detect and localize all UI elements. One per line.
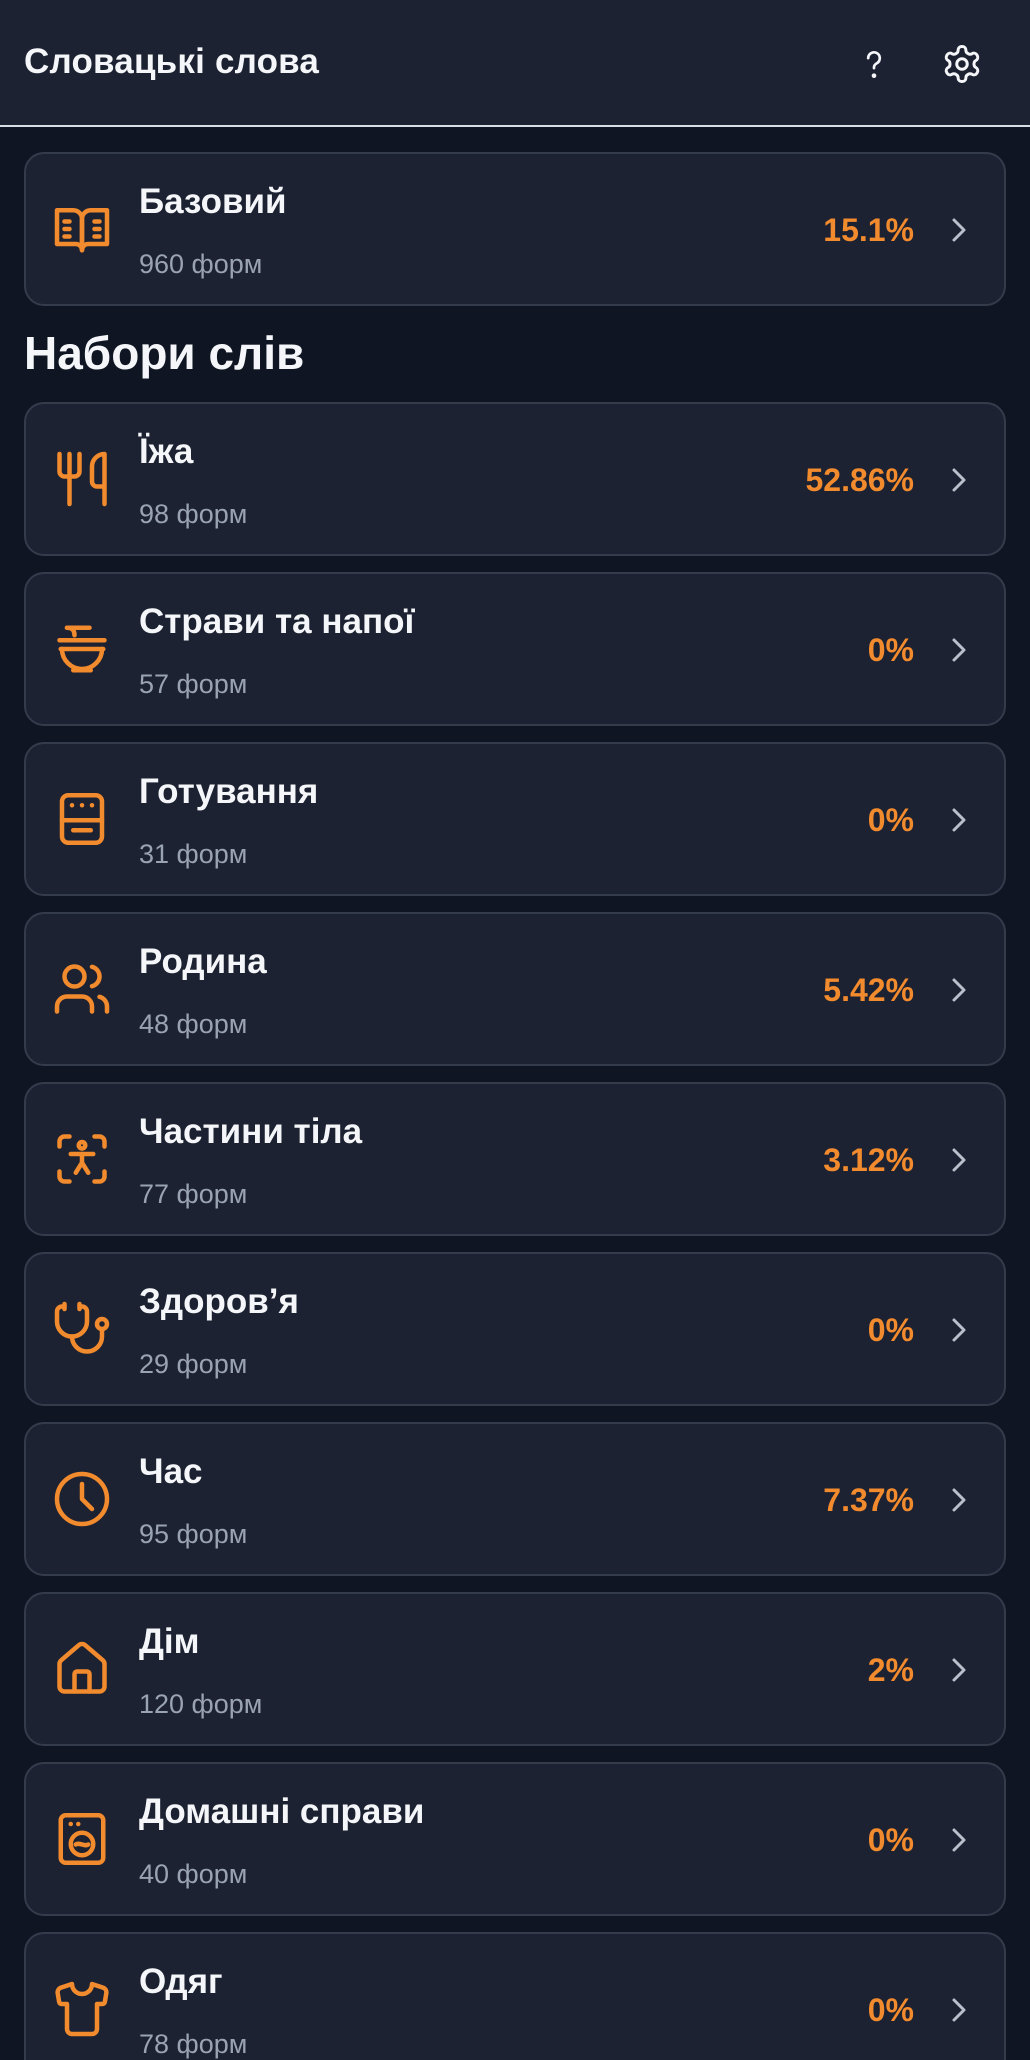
clock-icon: [52, 1469, 112, 1529]
set-card-food[interactable]: Їжа 98 форм 52.86%: [24, 402, 1006, 556]
settings-button[interactable]: [934, 36, 990, 92]
question-icon: [866, 51, 882, 78]
deck-progress: 15.1%: [823, 212, 914, 248]
set-progress: 0%: [867, 1992, 914, 2028]
set-title: Частини тіла: [139, 1112, 363, 1151]
set-card-cooking[interactable]: Готування 31 форм 0%: [24, 742, 1006, 896]
set-progress: 0%: [867, 802, 914, 838]
set-form-count: 95 форм: [139, 1519, 248, 1549]
section-title: Набори слів: [24, 327, 305, 379]
body-scan-icon: [52, 1129, 112, 1189]
set-card-family[interactable]: Родина 48 форм 5.42%: [24, 912, 1006, 1066]
set-progress: 52.86%: [805, 462, 914, 498]
set-form-count: 77 форм: [139, 1179, 248, 1209]
chevron-right-icon: [942, 1822, 974, 1858]
set-form-count: 78 форм: [139, 2029, 248, 2059]
chevron-right-icon: [942, 1312, 974, 1348]
set-title: Дім: [139, 1622, 200, 1661]
deck-title: Базовий: [139, 182, 287, 221]
set-card-time[interactable]: Час 95 форм 7.37%: [24, 1422, 1006, 1576]
set-form-count: 31 форм: [139, 839, 248, 869]
help-button[interactable]: [846, 36, 902, 92]
set-progress: 2%: [867, 1652, 914, 1688]
set-form-count: 40 форм: [139, 1859, 248, 1889]
set-title: Страви та напої: [139, 602, 415, 641]
set-progress: 0%: [867, 632, 914, 668]
set-title: Здоров’я: [139, 1282, 299, 1321]
chevron-right-icon: [942, 462, 974, 498]
set-form-count: 98 форм: [139, 499, 248, 529]
set-progress: 5.42%: [823, 972, 914, 1008]
set-title: Їжа: [139, 432, 194, 471]
set-title: Одяг: [139, 1962, 223, 2001]
set-card-housework[interactable]: Домашні справи 40 форм 0%: [24, 1762, 1006, 1916]
chevron-right-icon: [942, 972, 974, 1008]
set-card-clothes[interactable]: Одяг 78 форм 0%: [24, 1932, 1006, 2060]
stethoscope-icon: [52, 1299, 112, 1359]
set-card-dishes-drinks[interactable]: Страви та напої 57 форм 0%: [24, 572, 1006, 726]
chevron-right-icon: [942, 212, 974, 248]
set-card-body-parts[interactable]: Частини тіла 77 форм 3.12%: [24, 1082, 1006, 1236]
set-form-count: 48 форм: [139, 1009, 248, 1039]
chevron-right-icon: [942, 1142, 974, 1178]
chevron-right-icon: [942, 802, 974, 838]
set-progress: 7.37%: [823, 1482, 914, 1518]
washing-machine-icon: [52, 1809, 112, 1869]
set-title: Час: [139, 1452, 203, 1491]
set-form-count: 57 форм: [139, 669, 248, 699]
app-title: Словацькі слова: [24, 42, 320, 81]
set-progress: 3.12%: [823, 1142, 914, 1178]
base-deck-card[interactable]: Базовий 960 форм 15.1%: [24, 152, 1006, 306]
stove-icon: [52, 789, 112, 849]
bowl-icon: [52, 619, 112, 679]
set-form-count: 120 форм: [139, 1689, 263, 1719]
utensils-icon: [52, 449, 112, 509]
chevron-right-icon: [942, 1482, 974, 1518]
shirt-icon: [52, 1979, 112, 2039]
set-card-home[interactable]: Дім 120 форм 2%: [24, 1592, 1006, 1746]
set-form-count: 29 форм: [139, 1349, 248, 1379]
gear-icon: [944, 45, 980, 83]
house-icon: [52, 1639, 112, 1699]
set-card-health[interactable]: Здоров’я 29 форм 0%: [24, 1252, 1006, 1406]
chevron-right-icon: [942, 1992, 974, 2028]
users-icon: [52, 959, 112, 1019]
chevron-right-icon: [942, 1652, 974, 1688]
set-title: Домашні справи: [139, 1792, 425, 1831]
set-progress: 0%: [867, 1312, 914, 1348]
set-title: Готування: [139, 772, 319, 811]
chevron-right-icon: [942, 632, 974, 668]
app-header: Словацькі слова: [0, 0, 1030, 127]
set-progress: 0%: [867, 1822, 914, 1858]
book-icon: [52, 199, 112, 259]
set-title: Родина: [139, 942, 267, 981]
deck-form-count: 960 форм: [139, 249, 263, 279]
